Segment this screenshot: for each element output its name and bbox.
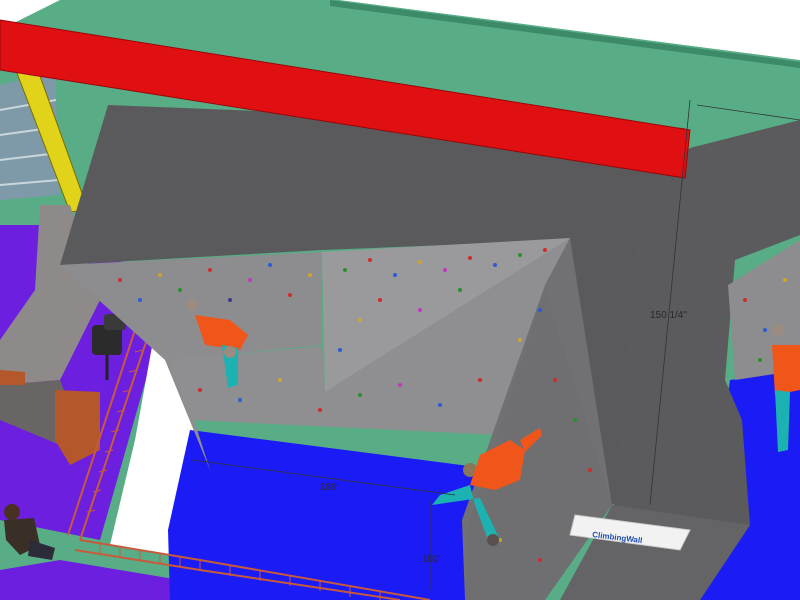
dimension-width-label: 189" xyxy=(320,482,341,493)
dimension-depth-label: 102" xyxy=(422,554,443,565)
dimension-height-label: 150 1/4" xyxy=(650,310,687,321)
climbing-wall-3d-model: ClimbingWall 150 1/4" 189" 102" xyxy=(0,0,800,600)
